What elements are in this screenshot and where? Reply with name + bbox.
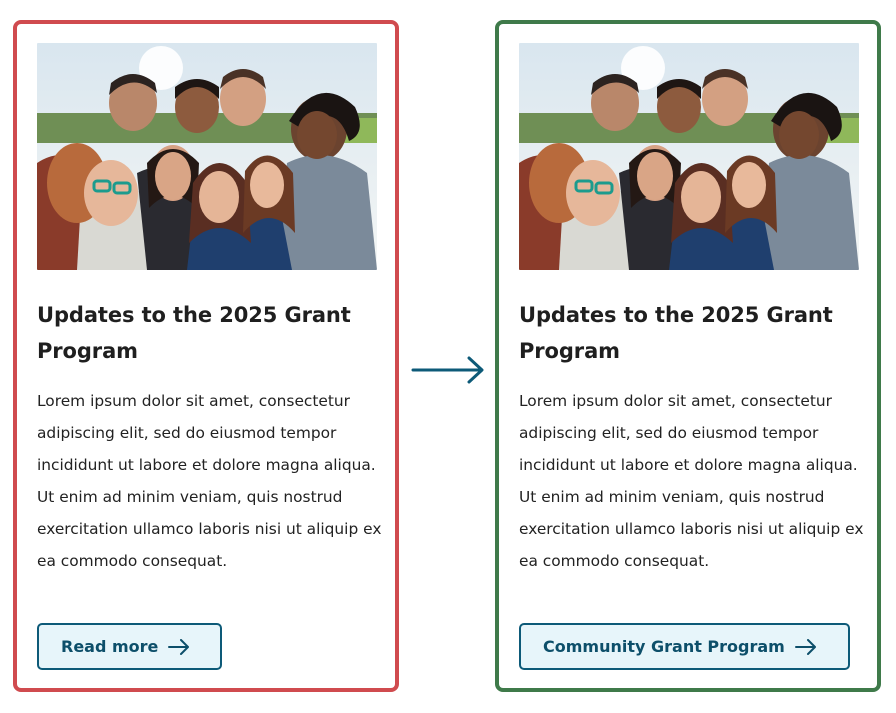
button-label: Read more <box>61 637 159 656</box>
group-photo <box>37 43 377 270</box>
arrow-right-icon <box>411 354 487 390</box>
arrow-right-icon <box>794 638 817 655</box>
read-more-button[interactable]: Read more <box>37 623 222 670</box>
arrow-right-icon <box>168 638 190 655</box>
button-label: Community Grant Program <box>543 637 785 656</box>
group-photo <box>519 43 859 270</box>
card-title: Updates to the 2025 Grant Program <box>519 303 833 363</box>
card-body-text: Lorem ipsum dolor sit amet, consectetur … <box>37 392 382 570</box>
card-body-text: Lorem ipsum dolor sit amet, consectetur … <box>519 392 864 570</box>
community-grant-program-button[interactable]: Community Grant Program <box>519 623 850 670</box>
card-after: Updates to the 2025 Grant Program Lorem … <box>495 20 881 692</box>
card-title: Updates to the 2025 Grant Program <box>37 303 351 363</box>
card-before: Updates to the 2025 Grant Program Lorem … <box>13 20 399 692</box>
